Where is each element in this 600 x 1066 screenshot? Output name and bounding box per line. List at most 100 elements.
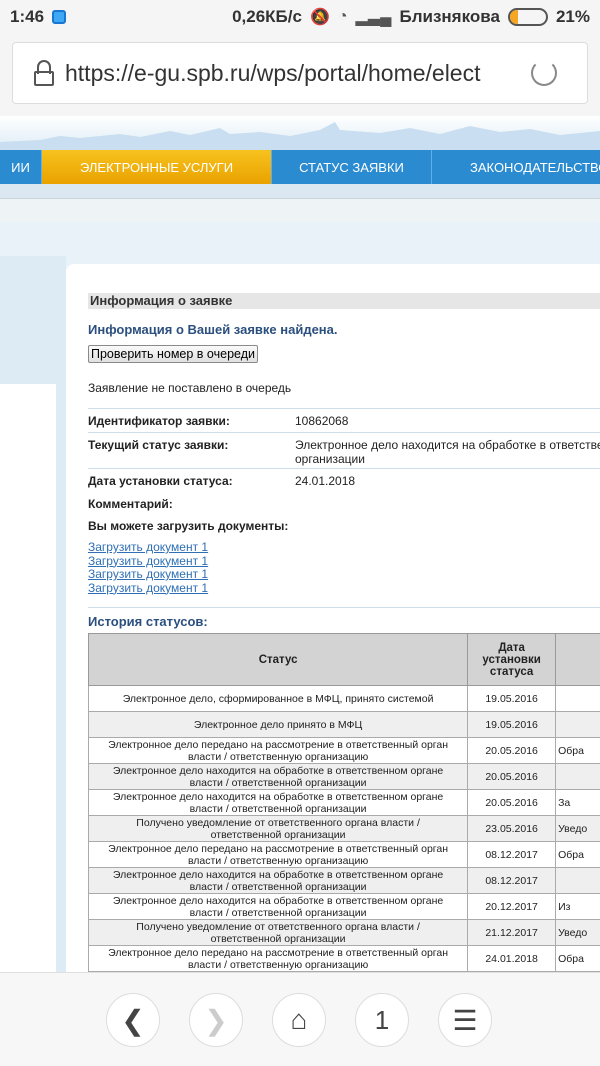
notification-icon: [52, 10, 67, 24]
url-text[interactable]: https://e-gu.spb.ru/wps/portal/home/elec…: [65, 60, 485, 87]
history-extra-cell: [555, 867, 600, 894]
history-status-line1: Электронное дело передано на рассмотрени…: [108, 946, 449, 959]
history-row: Получено уведомление от ответственного о…: [87, 815, 600, 842]
browser-toolbar: https://e-gu.spb.ru/wps/portal/home/elec…: [0, 34, 600, 116]
main-content: Информация о заявке Информация о Вашей з…: [66, 264, 600, 972]
history-extra-cell: Уведо: [555, 919, 600, 946]
history-date-cell: 23.05.2016: [467, 815, 557, 842]
breadcrumb-band: [0, 198, 600, 222]
status-bar: 1:46 0,26КБ/с 🔕 ◔ ▂▃▄ Близнякова 21%: [0, 0, 600, 34]
history-status-line1: Электронное дело передано на рассмотрени…: [108, 738, 449, 751]
menu-icon: ☰: [452, 1004, 478, 1036]
history-row: Электронное дело находится на обработке …: [87, 893, 600, 920]
history-status-line2: власти / ответственной организации: [189, 802, 367, 815]
carrier-name: Близнякова: [399, 7, 500, 26]
queue-status-text: Заявление не поставлено в очередь: [88, 381, 292, 395]
history-status-line1: Электронное дело находится на обработке …: [112, 790, 444, 803]
history-extra-cell: Обра: [555, 841, 600, 868]
nav-item-request-status[interactable]: СТАТУС ЗАЯВКИ: [272, 150, 432, 184]
col-date-header-line3: статуса: [489, 665, 534, 678]
col-extra-header: [555, 633, 600, 686]
mute-icon: 🔕: [309, 9, 330, 26]
history-extra-cell: [555, 763, 600, 790]
home-icon: ⌂: [290, 1004, 308, 1035]
site-header-skyline: [0, 116, 600, 150]
current-status-value-line1: Электронное дело находится на обработке …: [295, 438, 600, 452]
history-extra-cell: [555, 685, 600, 712]
request-found-message: Информация о Вашей заявке найдена.: [88, 322, 338, 337]
clock: 1:46: [10, 7, 45, 26]
info-section-header: Информация о заявке: [88, 293, 600, 309]
history-status-cell: Электронное дело находится на обработке …: [87, 789, 469, 816]
history-status-cell: Электронное дело находится на обработке …: [87, 763, 469, 790]
status-history-table: Статус Дата установки статуса Электронно…: [87, 633, 600, 972]
history-status-cell: Получено уведомление от ответственного о…: [87, 815, 469, 842]
reload-icon[interactable]: [531, 60, 557, 86]
history-date-cell: 08.12.2017: [467, 841, 557, 868]
history-status-cell: Электронное дело находится на обработке …: [87, 893, 469, 920]
history-extra-cell: Из: [555, 893, 600, 920]
current-status-label: Текущий статус заявки:: [88, 438, 229, 452]
nav-item-legislation[interactable]: ЗАКОНОДАТЕЛЬСТВО: [432, 150, 600, 184]
history-status-line1: Получено уведомление от ответственного о…: [136, 816, 420, 829]
wifi-icon: ◔: [337, 8, 348, 25]
address-bar[interactable]: https://e-gu.spb.ru/wps/portal/home/elec…: [12, 42, 588, 104]
history-date-cell: 19.05.2016: [467, 711, 557, 738]
divider: [88, 607, 600, 608]
battery-icon: [507, 8, 548, 26]
back-button[interactable]: ❮: [106, 993, 160, 1047]
history-status-cell: Получено уведомление от ответственного о…: [87, 919, 469, 946]
divider: [88, 432, 600, 433]
history-status-line1: Электронное дело находится на обработке …: [112, 868, 444, 881]
history-extra-cell: Обра: [555, 737, 600, 764]
history-date-cell: 20.05.2016: [467, 763, 557, 790]
upload-document-link[interactable]: Загрузить документ 1: [88, 554, 208, 569]
status-date-label: Дата установки статуса:: [88, 474, 233, 488]
history-status-line1: Электронное дело принято в МФЦ: [193, 718, 363, 731]
history-status-cell: Электронное дело передано на рассмотрени…: [87, 841, 469, 868]
lock-icon: [33, 60, 55, 86]
history-status-line2: власти / ответственную организацию: [187, 750, 369, 763]
check-queue-button[interactable]: Проверить номер в очереди: [88, 345, 258, 363]
history-status-cell: Электронное дело принято в МФЦ: [87, 711, 469, 738]
history-row: Электронное дело передано на рассмотрени…: [87, 841, 600, 868]
divider: [88, 468, 600, 469]
menu-button[interactable]: ☰: [438, 993, 492, 1047]
history-date-cell: 19.05.2016: [467, 685, 557, 712]
home-button[interactable]: ⌂: [272, 993, 326, 1047]
history-date-cell: 20.12.2017: [467, 893, 557, 920]
history-row: Электронное дело находится на обработке …: [87, 789, 600, 816]
history-row: Электронное дело передано на рассмотрени…: [87, 737, 600, 764]
forward-button[interactable]: ❯: [189, 993, 243, 1047]
history-extra-cell: Обра: [555, 945, 600, 972]
history-status-line1: Получено уведомление от ответственного о…: [136, 920, 420, 933]
history-date-cell: 20.05.2016: [467, 789, 557, 816]
history-date-cell: 24.01.2018: [467, 945, 557, 972]
history-status-line2: власти / ответственную организацию: [187, 854, 369, 867]
status-date-value: 24.01.2018: [295, 474, 356, 488]
col-date-header: Дата установки статуса: [467, 633, 557, 686]
history-status-line2: ответственной организации: [210, 828, 346, 841]
nav-item-services-partial[interactable]: ИИ: [0, 150, 42, 184]
upload-document-link[interactable]: Загрузить документ 1: [88, 567, 208, 582]
history-status-line2: власти / ответственной организации: [189, 776, 367, 789]
history-status-line1: Электронное дело находится на обработке …: [112, 894, 444, 907]
back-arrow-icon: ❮: [121, 1004, 145, 1036]
browser-bottom-bar: ❮ ❯ ⌂ 1 ☰: [0, 972, 600, 1066]
col-date-header-line2: установки: [482, 653, 541, 666]
history-status-cell: Электронное дело передано на рассмотрени…: [87, 945, 469, 972]
network-speed: 0,26КБ/с: [232, 7, 302, 26]
history-status-cell: Электронное дело, сформированное в МФЦ, …: [87, 685, 469, 712]
battery-percent: 21%: [555, 7, 590, 26]
history-row: Электронное дело, сформированное в МФЦ, …: [87, 685, 600, 712]
upload-document-link[interactable]: Загрузить документ 1: [88, 581, 208, 596]
nav-item-electronic-services[interactable]: ЭЛЕКТРОННЫЕ УСЛУГИ: [42, 150, 272, 184]
history-extra-cell: За: [555, 789, 600, 816]
status-history-title: История статусов:: [88, 614, 208, 629]
upload-document-link[interactable]: Загрузить документ 1: [88, 540, 208, 555]
history-status-line1: Электронное дело находится на обработке …: [112, 764, 444, 777]
tabs-button[interactable]: 1: [355, 993, 409, 1047]
history-extra-cell: Уведо: [555, 815, 600, 842]
history-row: Электронное дело передано на рассмотрени…: [87, 945, 600, 972]
history-row: Электронное дело принято в МФЦ 19.05.2016: [87, 711, 600, 738]
